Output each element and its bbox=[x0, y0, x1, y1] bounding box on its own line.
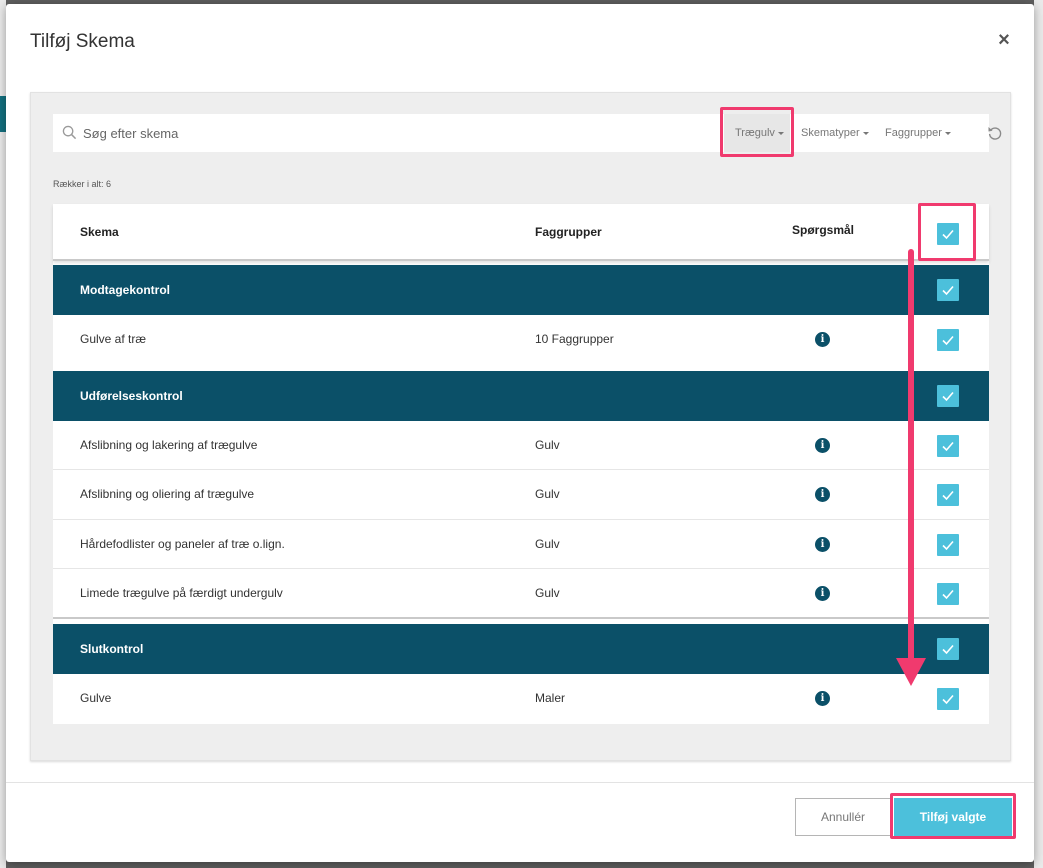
schema-faggruppe: Gulv bbox=[535, 536, 560, 551]
search-icon bbox=[62, 125, 77, 140]
dialog-title: Tilføj Skema bbox=[30, 31, 135, 52]
row-count: Rækker i alt: 6 bbox=[53, 179, 112, 189]
schema-panel: Trægulv Skematyper Faggrupper Rækker i a… bbox=[30, 92, 1011, 761]
schema-faggruppe: Gulv bbox=[535, 586, 560, 601]
add-selected-button[interactable]: Tilføj valgte bbox=[894, 798, 1012, 836]
check-icon bbox=[942, 335, 954, 346]
check-icon bbox=[942, 229, 954, 240]
group-label: Slutkontrol bbox=[80, 641, 144, 656]
filter-label: Trægulv bbox=[735, 127, 775, 139]
check-icon bbox=[942, 694, 954, 705]
filter-faggrupper[interactable]: Faggrupper bbox=[885, 114, 951, 152]
search-input[interactable] bbox=[83, 114, 713, 152]
group-label: Udførelseskontrol bbox=[80, 388, 183, 403]
schema-name: Limede trægulve på færdigt undergulv bbox=[80, 586, 283, 601]
row-checkbox[interactable] bbox=[937, 329, 959, 351]
schema-name: Afslibning og lakering af trægulve bbox=[80, 437, 258, 452]
info-icon[interactable]: i bbox=[815, 586, 830, 602]
check-icon bbox=[942, 491, 954, 501]
row-checkbox[interactable] bbox=[937, 533, 959, 556]
schema-name: Gulve af træ bbox=[80, 332, 147, 346]
row-checkbox[interactable] bbox=[937, 434, 959, 457]
close-icon[interactable]: × bbox=[992, 28, 1016, 52]
group-checkbox[interactable] bbox=[937, 279, 959, 301]
table-header: Skema Faggrupper Spørgsmål bbox=[53, 204, 989, 261]
check-icon bbox=[942, 285, 954, 296]
row-checkbox[interactable] bbox=[937, 687, 959, 710]
search-bar: Trægulv Skematyper Faggrupper bbox=[53, 114, 1002, 152]
group-checkbox[interactable] bbox=[937, 384, 959, 407]
schema-table: Skema Faggrupper Spørgsmål Modtagekontro… bbox=[53, 204, 989, 724]
footer-divider bbox=[6, 782, 1034, 783]
check-icon bbox=[942, 540, 954, 550]
table-row[interactable]: Hårdefodlister og paneler af træ o.lign.… bbox=[53, 519, 989, 570]
check-icon bbox=[942, 590, 954, 600]
cancel-button[interactable]: Annullér bbox=[795, 798, 891, 836]
schema-name: Gulve bbox=[80, 690, 112, 705]
filter-skematyper[interactable]: Skematyper bbox=[801, 114, 869, 152]
row-checkbox[interactable] bbox=[937, 583, 959, 606]
info-icon[interactable]: i bbox=[815, 487, 830, 503]
group-row-slutkontrol: Slutkontrol bbox=[53, 623, 989, 674]
table-row[interactable]: Limede trægulve på færdigt undergulv Gul… bbox=[53, 569, 989, 619]
schema-faggruppe: Maler bbox=[535, 690, 566, 705]
add-schema-dialog: Tilføj Skema × Trægulv Skematyper Faggru… bbox=[6, 4, 1034, 862]
schema-faggruppe: Gulv bbox=[535, 487, 560, 502]
group-row-modtagekontrol: Modtagekontrol bbox=[53, 265, 989, 315]
group-row-udfoerelseskontrol: Udførelseskontrol bbox=[53, 370, 989, 421]
check-icon bbox=[942, 644, 954, 655]
column-header-questions: Spørgsmål bbox=[792, 223, 855, 237]
filter-traegulv[interactable]: Trægulv bbox=[724, 114, 790, 152]
group-label: Modtagekontrol bbox=[80, 283, 170, 297]
info-icon[interactable]: i bbox=[815, 332, 830, 347]
schema-faggruppe: 10 Faggrupper bbox=[535, 332, 614, 346]
group-checkbox[interactable] bbox=[937, 637, 959, 660]
chevron-down-icon bbox=[862, 131, 869, 135]
filter-label: Skematyper bbox=[801, 127, 860, 139]
filter-label: Faggrupper bbox=[885, 127, 942, 139]
table-row[interactable]: Gulve Maler i bbox=[53, 673, 989, 724]
row-checkbox[interactable] bbox=[937, 484, 959, 507]
table-row[interactable]: Afslibning og oliering af trægulve Gulv … bbox=[53, 470, 989, 520]
info-icon[interactable]: i bbox=[815, 690, 830, 706]
background-page bbox=[1034, 0, 1043, 868]
check-icon bbox=[942, 441, 954, 451]
schema-name: Afslibning og oliering af trægulve bbox=[80, 487, 255, 502]
table-row[interactable]: Afslibning og lakering af trægulve Gulv … bbox=[53, 420, 989, 471]
table-row[interactable]: Gulve af træ 10 Faggrupper i bbox=[53, 315, 989, 365]
chevron-down-icon bbox=[944, 131, 951, 135]
column-header-faggrupper: Faggrupper bbox=[535, 225, 602, 239]
chevron-down-icon bbox=[777, 131, 784, 135]
reset-icon[interactable] bbox=[987, 125, 1003, 141]
schema-faggruppe: Gulv bbox=[535, 437, 560, 452]
column-header-skema: Skema bbox=[80, 225, 119, 239]
info-icon[interactable]: i bbox=[815, 536, 830, 552]
schema-name: Hårdefodlister og paneler af træ o.lign. bbox=[80, 536, 285, 551]
check-icon bbox=[942, 391, 954, 401]
select-all-checkbox[interactable] bbox=[937, 223, 959, 245]
info-icon[interactable]: i bbox=[815, 437, 830, 453]
